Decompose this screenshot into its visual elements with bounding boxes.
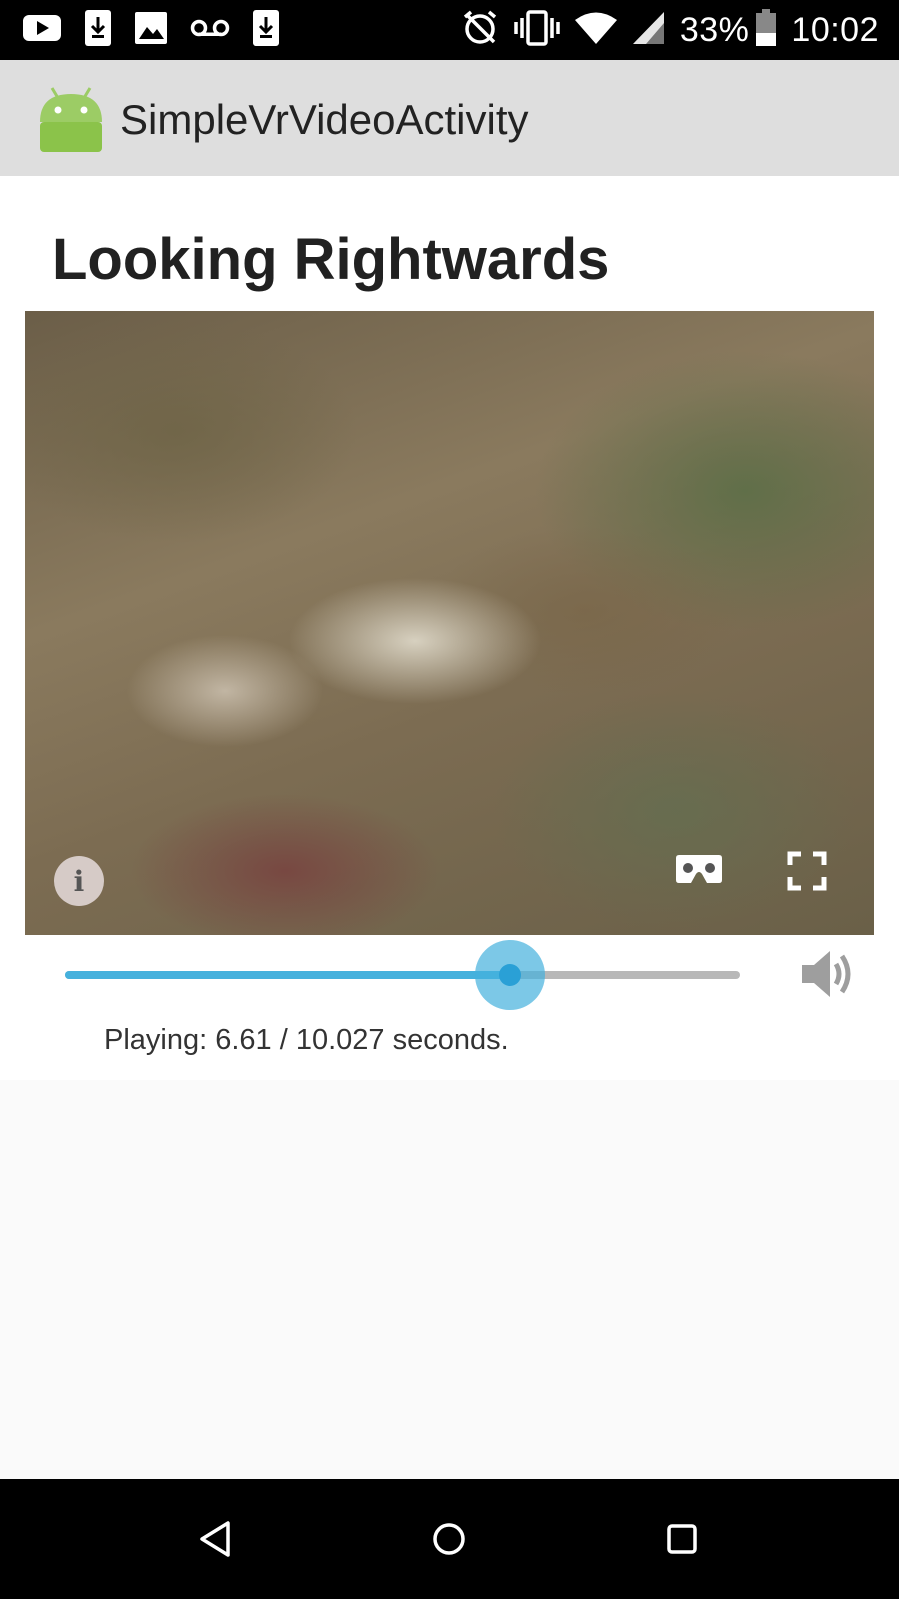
notification-icons (22, 9, 302, 52)
info-icon: i (73, 864, 85, 898)
battery-icon (755, 8, 777, 52)
navigation-bar (0, 1479, 899, 1599)
image-icon (134, 11, 168, 50)
seek-bar[interactable] (65, 940, 740, 1010)
seek-thumb[interactable] (498, 964, 521, 986)
android-icon (36, 84, 106, 154)
fullscreen-icon (787, 851, 827, 891)
fullscreen-button[interactable] (787, 851, 827, 891)
volume-icon (802, 951, 851, 997)
app-title: SimpleVrVideoActivity (120, 96, 529, 143)
signal-icon (632, 11, 666, 50)
vr-video-view[interactable]: i (25, 311, 874, 935)
battery-percent: 33% (679, 10, 750, 49)
cardboard-button[interactable] (675, 851, 723, 887)
wifi-icon (574, 11, 618, 50)
download-icon (252, 9, 280, 52)
back-button[interactable] (186, 1509, 246, 1569)
main-content: Looking Rightwards i Playing: 6.61 / 10.… (0, 176, 899, 1080)
youtube-icon (22, 13, 62, 48)
download-icon (84, 9, 112, 52)
home-icon (433, 1523, 465, 1555)
recents-button[interactable] (652, 1509, 712, 1569)
status-bar: 33% 10:02 (0, 0, 899, 60)
volume-button[interactable] (800, 948, 856, 1000)
recents-icon (667, 1524, 697, 1554)
voicemail-icon (190, 18, 230, 43)
playback-status: Playing: 6.61 / 10.027 seconds. (104, 1024, 509, 1056)
system-icons: 33% 10:02 (446, 0, 879, 60)
cardboard-icon (676, 855, 722, 883)
home-button[interactable] (419, 1509, 479, 1569)
info-button[interactable]: i (54, 856, 104, 906)
vibrate-icon (514, 9, 560, 51)
clock: 10:02 (791, 10, 879, 49)
back-icon (200, 1521, 230, 1557)
alarm-off-icon (460, 8, 500, 53)
action-bar: SimpleVrVideoActivity (0, 60, 899, 176)
page-title: Looking Rightwards (52, 227, 610, 292)
seek-progress (65, 971, 510, 979)
